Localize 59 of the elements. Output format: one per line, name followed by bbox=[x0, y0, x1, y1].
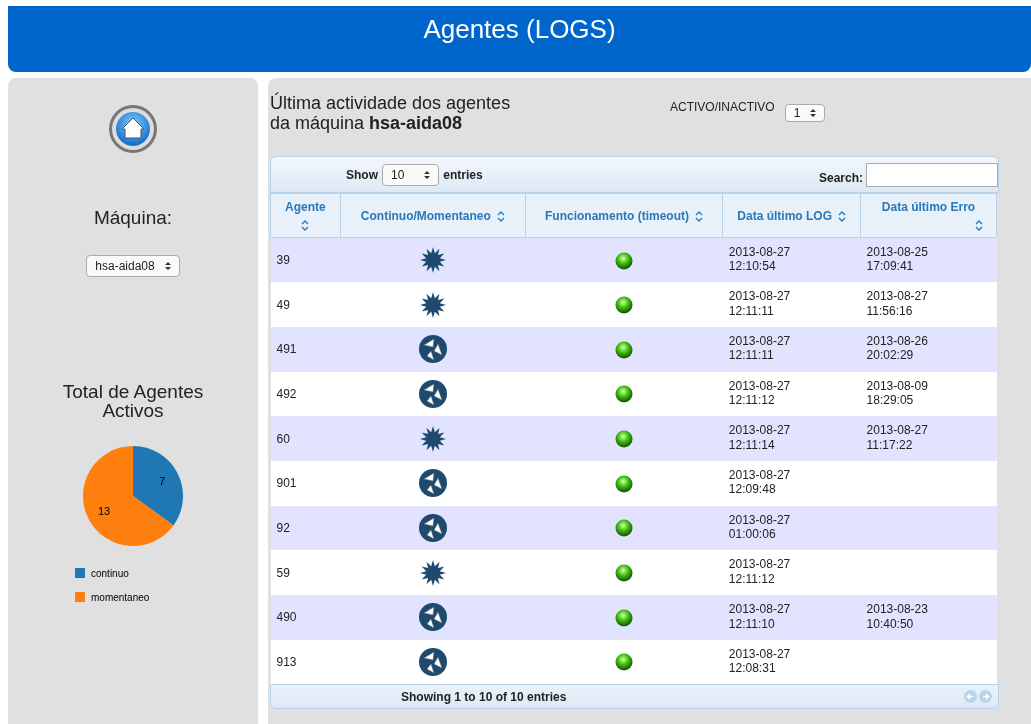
error-date: 2013-08-23 10:40:50 bbox=[866, 602, 928, 631]
error-date: 2013-08-27 11:17:22 bbox=[866, 423, 928, 453]
cycle-arrows-icon bbox=[417, 378, 448, 409]
agent-id: 491 bbox=[276, 342, 297, 357]
section-heading: Última actividade dos agentes da máquina hsa-aida08 bbox=[270, 94, 512, 135]
log-date: 2013-08-27 12:11:12 bbox=[728, 557, 791, 587]
log-date: 2013-08-27 01:00:06 bbox=[728, 512, 791, 542]
cycle-arrows-icon bbox=[417, 512, 448, 543]
page-size-select[interactable]: 10 bbox=[382, 163, 440, 186]
log-date: 2013-08-27 12:09:48 bbox=[728, 468, 791, 497]
filter-select[interactable]: 1 bbox=[784, 104, 826, 122]
entries-label: entries bbox=[443, 166, 483, 184]
cycle-arrows-icon bbox=[417, 602, 448, 633]
error-date: 2013-08-26 20:02:29 bbox=[866, 334, 928, 363]
log-date: 2013-08-27 12:11:11 bbox=[728, 289, 791, 319]
chart-title: Total de Agentes Activos bbox=[61, 381, 205, 422]
log-date: 2013-08-27 12:11:10 bbox=[728, 602, 791, 631]
sort-icon[interactable] bbox=[838, 210, 847, 222]
agent-id: 490 bbox=[276, 610, 297, 625]
agent-id: 59 bbox=[276, 565, 290, 580]
machine-label: Máquina: bbox=[93, 206, 173, 230]
slice-label: 7 bbox=[158, 475, 165, 488]
log-date: 2013-08-27 12:11:11 bbox=[728, 334, 791, 363]
legend-label: continuo bbox=[91, 568, 129, 580]
caret-icon bbox=[424, 169, 431, 180]
sort-icon[interactable] bbox=[301, 219, 310, 231]
slice-label: 13 bbox=[97, 505, 111, 518]
cycle-arrows-icon bbox=[417, 334, 448, 365]
log-date: 2013-08-27 12:10:54 bbox=[728, 244, 791, 274]
sort-icon[interactable] bbox=[695, 210, 704, 222]
filter-label: ACTIVO/INACTIVO bbox=[670, 99, 775, 116]
agent-id: 39 bbox=[276, 253, 290, 268]
error-date: 2013-08-27 11:56:16 bbox=[866, 289, 928, 319]
agent-id: 901 bbox=[276, 476, 297, 491]
sort-icon[interactable] bbox=[974, 219, 983, 231]
error-date: 2013-08-09 18:29:05 bbox=[866, 378, 928, 408]
page-title: Agentes (LOGS) bbox=[8, 6, 1031, 72]
search-label: Search: bbox=[818, 169, 863, 187]
legend-label: momentaneo bbox=[91, 592, 150, 604]
machine-select[interactable]: hsa-aida08 bbox=[86, 254, 180, 277]
agent-id: 913 bbox=[276, 655, 297, 670]
agent-id: 492 bbox=[276, 386, 297, 401]
agent-id: 49 bbox=[276, 297, 290, 312]
log-date: 2013-08-27 12:11:14 bbox=[728, 423, 791, 453]
column-header[interactable]: Agente bbox=[285, 199, 326, 214]
table-info: Showing 1 to 10 of 10 entries bbox=[401, 688, 567, 706]
log-date: 2013-08-27 12:08:31 bbox=[728, 646, 791, 676]
cycle-arrows-icon bbox=[417, 468, 448, 499]
caret-icon bbox=[164, 260, 171, 271]
home-icon[interactable] bbox=[108, 104, 158, 154]
agent-id: 60 bbox=[276, 431, 290, 446]
error-date: 2013-08-25 17:09:41 bbox=[866, 244, 928, 274]
show-label: Show bbox=[346, 166, 378, 184]
log-date: 2013-08-27 12:11:12 bbox=[728, 378, 791, 408]
caret-icon bbox=[810, 108, 817, 118]
cycle-arrows-icon bbox=[417, 647, 448, 678]
sort-icon[interactable] bbox=[496, 210, 505, 222]
search-field[interactable] bbox=[866, 163, 998, 187]
agent-id: 92 bbox=[276, 520, 290, 535]
